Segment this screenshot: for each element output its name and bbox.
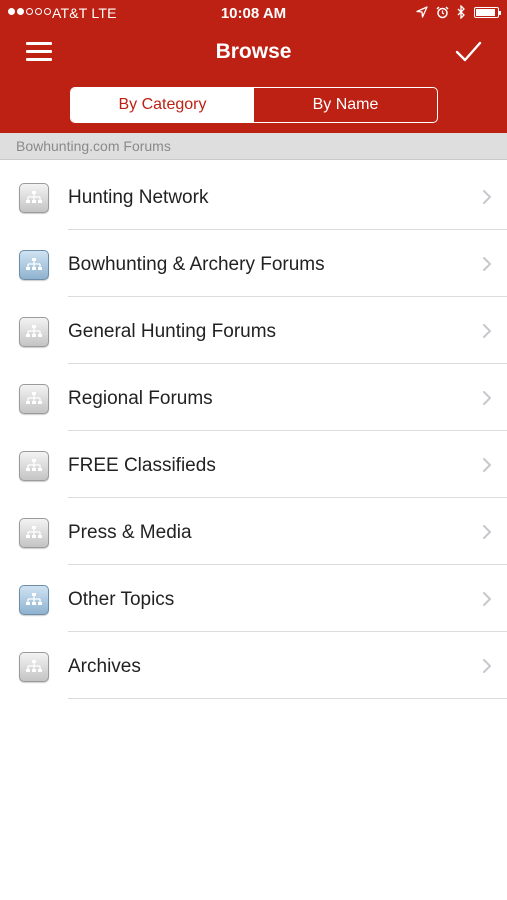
forum-tree-icon	[19, 317, 49, 347]
forum-label: Press & Media	[68, 522, 192, 543]
status-bar: AT&T LTE 10:08 AM	[0, 0, 507, 28]
chevron-right-icon	[481, 591, 493, 607]
forum-label: Regional Forums	[68, 388, 213, 409]
forum-list: Hunting Network Bowhunting & Archery For…	[0, 163, 507, 699]
forum-tree-icon	[19, 652, 49, 682]
browse-mode-segmented-control: By Category By Name	[70, 87, 438, 123]
nav-bar: Browse	[0, 28, 507, 78]
battery-icon	[474, 6, 501, 18]
forum-tree-icon	[19, 518, 49, 548]
forum-tree-icon	[19, 250, 49, 280]
bluetooth-icon	[457, 5, 466, 19]
forum-row[interactable]: Bowhunting & Archery Forums	[0, 230, 507, 297]
forum-row[interactable]: General Hunting Forums	[0, 297, 507, 364]
checkmark-icon[interactable]	[453, 38, 483, 66]
forum-label: Bowhunting & Archery Forums	[68, 254, 325, 275]
page-title: Browse	[215, 40, 292, 63]
forum-row[interactable]: Other Topics	[0, 565, 507, 632]
forum-label: General Hunting Forums	[68, 321, 277, 342]
forum-label: Archives	[68, 656, 141, 677]
forum-row[interactable]: Hunting Network	[0, 163, 507, 230]
forum-label: Hunting Network	[68, 187, 209, 208]
chevron-right-icon	[481, 457, 493, 473]
forum-row[interactable]: FREE Classifieds	[0, 431, 507, 498]
chevron-right-icon	[481, 658, 493, 674]
forum-row[interactable]: Archives	[0, 632, 507, 699]
chevron-right-icon	[481, 189, 493, 205]
location-arrow-icon	[416, 6, 428, 18]
forum-tree-icon	[19, 384, 49, 414]
browse-screen: AT&T LTE 10:08 AM Browse By Category By …	[0, 0, 507, 900]
chevron-right-icon	[481, 390, 493, 406]
chevron-right-icon	[481, 524, 493, 540]
forum-tree-icon	[19, 451, 49, 481]
header-bar: AT&T LTE 10:08 AM Browse By Category By …	[0, 0, 507, 133]
alarm-clock-icon	[436, 5, 449, 19]
forum-label: Other Topics	[68, 589, 175, 610]
forum-row[interactable]: Press & Media	[0, 498, 507, 565]
forum-row[interactable]: Regional Forums	[0, 364, 507, 431]
chevron-right-icon	[481, 256, 493, 272]
forum-tree-icon	[19, 585, 49, 615]
segment-by-name[interactable]: By Name	[254, 88, 437, 122]
segment-by-category[interactable]: By Category	[71, 88, 254, 122]
forum-label: FREE Classifieds	[68, 455, 216, 476]
section-header: Bowhunting.com Forums	[0, 133, 507, 160]
forum-tree-icon	[19, 183, 49, 213]
row-divider	[68, 698, 507, 699]
chevron-right-icon	[481, 323, 493, 339]
